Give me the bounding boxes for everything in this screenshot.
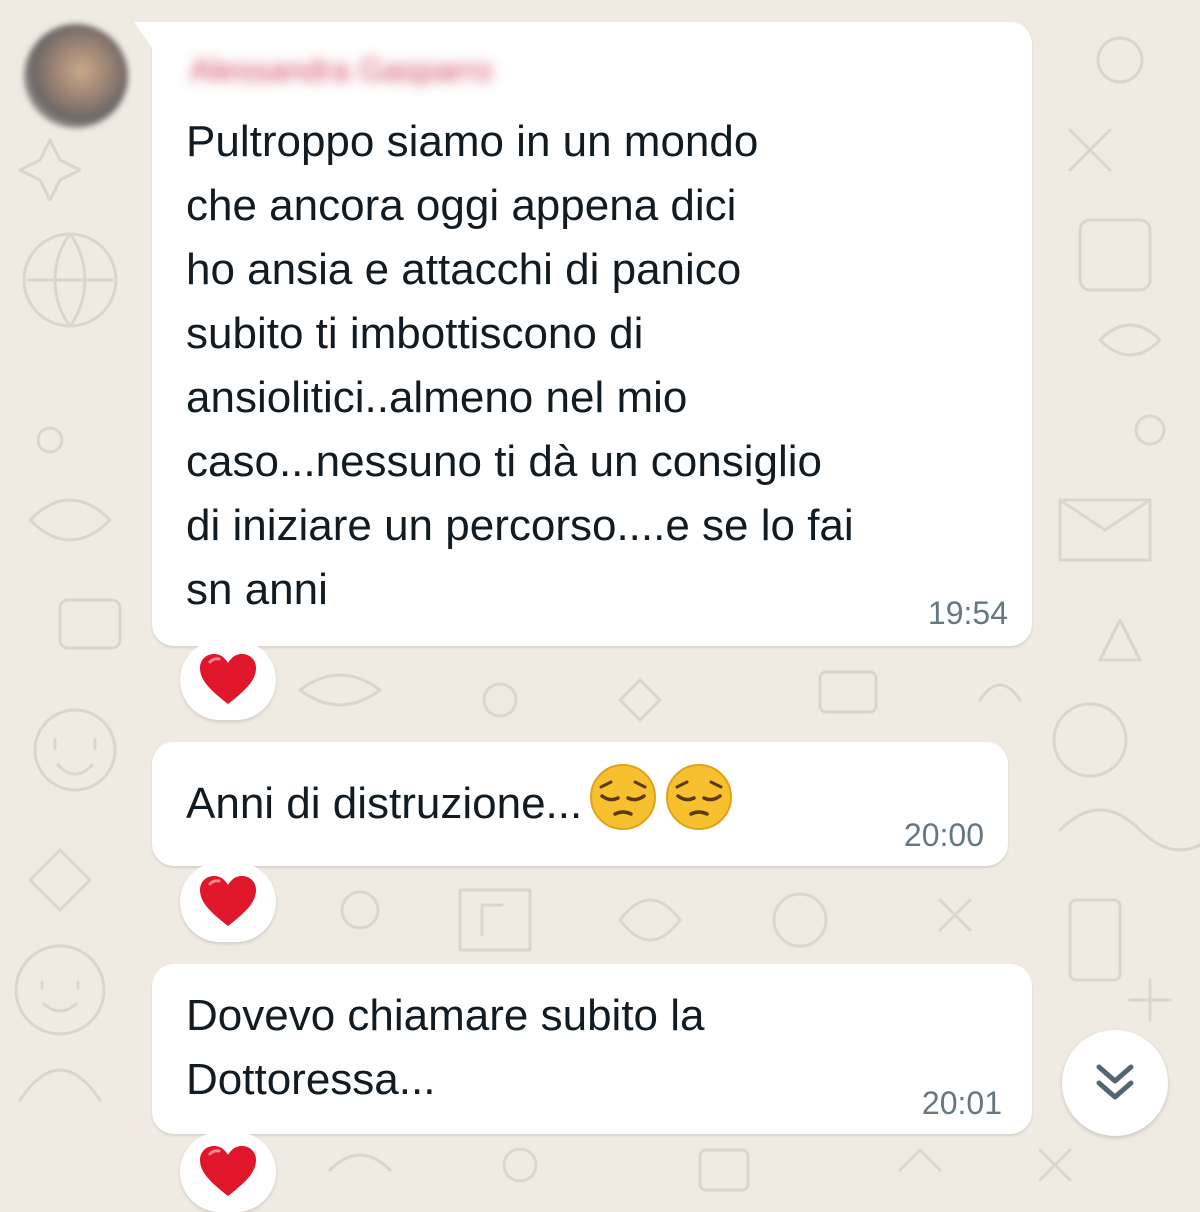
- heart-reaction[interactable]: [180, 640, 276, 720]
- message-text: Pultroppo siamo in un mondo che ancora o…: [186, 117, 854, 614]
- message-text: Anni di distruzione...: [186, 762, 734, 836]
- red-heart-icon: [200, 654, 256, 704]
- double-chevron-down-icon: [1096, 1064, 1134, 1100]
- message-bubble[interactable]: Anni di distruzione... 20:00: [152, 742, 1008, 866]
- message-bubble[interactable]: Dovevo chiamare subito la Dottoressa... …: [152, 964, 1032, 1134]
- heart-reaction[interactable]: [180, 862, 276, 942]
- message-timestamp: 19:54: [927, 595, 1008, 631]
- red-heart-icon: [200, 876, 256, 926]
- message-timestamp: 20:00: [903, 817, 984, 853]
- message-text-content: Anni di distruzione...: [186, 779, 583, 828]
- sender-avatar[interactable]: [24, 24, 128, 128]
- red-heart-icon: [200, 1146, 256, 1196]
- scroll-to-bottom-button[interactable]: [1062, 1030, 1168, 1136]
- message-text: Dovevo chiamare subito la Dottoressa...: [186, 991, 705, 1104]
- message-bubble[interactable]: Alessandra Gasparro Pultroppo siamo in u…: [134, 22, 1032, 646]
- sender-name[interactable]: Alessandra Gasparro: [190, 52, 492, 89]
- pensive-face-icon: [666, 764, 733, 830]
- heart-reaction[interactable]: [180, 1132, 276, 1212]
- pensive-face-icon: [590, 764, 657, 830]
- message-timestamp: 20:01: [921, 1085, 1002, 1121]
